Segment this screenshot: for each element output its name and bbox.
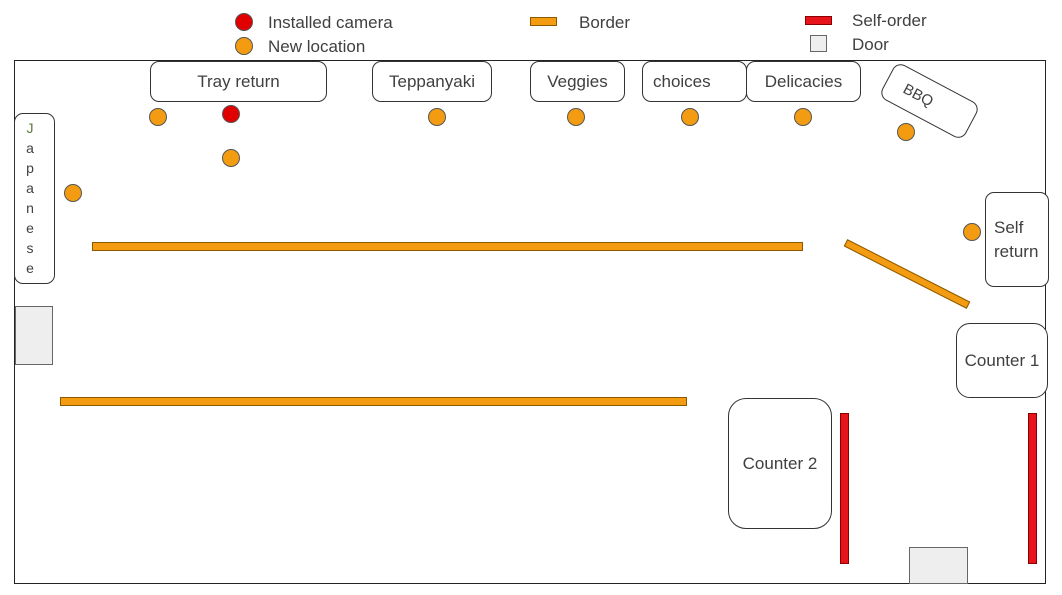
station-counter-2-label: Counter 2 — [742, 453, 818, 473]
station-teppanyaki: Teppanyaki — [372, 61, 492, 102]
station-tray-return-label: Tray return — [197, 71, 280, 91]
station-japanese-letter: J — [26, 120, 34, 136]
floor-plan-outline — [14, 60, 1046, 584]
station-choices: choices — [642, 61, 747, 102]
station-counter-1-label: Counter 1 — [964, 350, 1040, 370]
legend-new-location-marker — [235, 37, 253, 55]
new-location-marker — [567, 108, 585, 126]
legend-border-marker — [530, 17, 557, 26]
station-counter-1: Counter 1 — [956, 323, 1048, 398]
station-tray-return: Tray return — [150, 61, 327, 102]
new-location-marker — [428, 108, 446, 126]
station-veggies-label: Veggies — [547, 71, 608, 91]
border-upper — [92, 242, 803, 251]
station-self-return-label-line2: return — [994, 241, 1039, 261]
new-location-marker — [963, 223, 981, 241]
door-bottom — [909, 547, 968, 584]
self-order-bar-right — [1028, 413, 1037, 564]
new-location-marker — [149, 108, 167, 126]
station-japanese-letter: a — [26, 140, 34, 156]
legend-installed-camera-marker — [235, 13, 253, 31]
legend-installed-camera-label: Installed camera — [268, 13, 393, 32]
station-japanese-letter: n — [26, 200, 34, 216]
new-location-marker — [64, 184, 82, 202]
station-counter-2: Counter 2 — [728, 398, 832, 529]
station-japanese-letter: p — [26, 160, 34, 176]
new-location-marker — [794, 108, 812, 126]
new-location-marker — [897, 123, 915, 141]
station-bbq-label: BBQ — [900, 80, 937, 111]
station-self-return-label-line1: Self — [994, 217, 1024, 237]
door-left — [15, 306, 53, 365]
station-japanese-letter: a — [26, 180, 34, 196]
station-japanese-letter: e — [26, 220, 34, 236]
station-veggies: Veggies — [530, 61, 625, 102]
installed-camera-marker — [222, 105, 240, 123]
legend-new-location-label: New location — [268, 37, 366, 56]
new-location-marker — [222, 149, 240, 167]
new-location-marker — [681, 108, 699, 126]
station-japanese-letter: e — [26, 260, 34, 276]
self-order-bar-counter-2 — [840, 413, 849, 564]
station-teppanyaki-label: Teppanyaki — [388, 71, 475, 91]
station-delicacies-label: Delicacies — [764, 71, 843, 91]
legend-self-order-marker — [805, 16, 832, 25]
legend-self-order-label: Self-order — [852, 11, 927, 30]
station-japanese-letter: s — [26, 240, 34, 256]
legend-border-label: Border — [579, 13, 631, 32]
station-self-return: Self return — [985, 192, 1049, 287]
border-lower — [60, 397, 687, 406]
legend-door-label: Door — [852, 35, 889, 54]
station-japanese-label: J a p a n e s e — [14, 118, 46, 278]
station-delicacies: Delicacies — [746, 61, 861, 102]
station-choices-label: choices — [653, 71, 711, 91]
legend-door-marker — [810, 35, 827, 52]
